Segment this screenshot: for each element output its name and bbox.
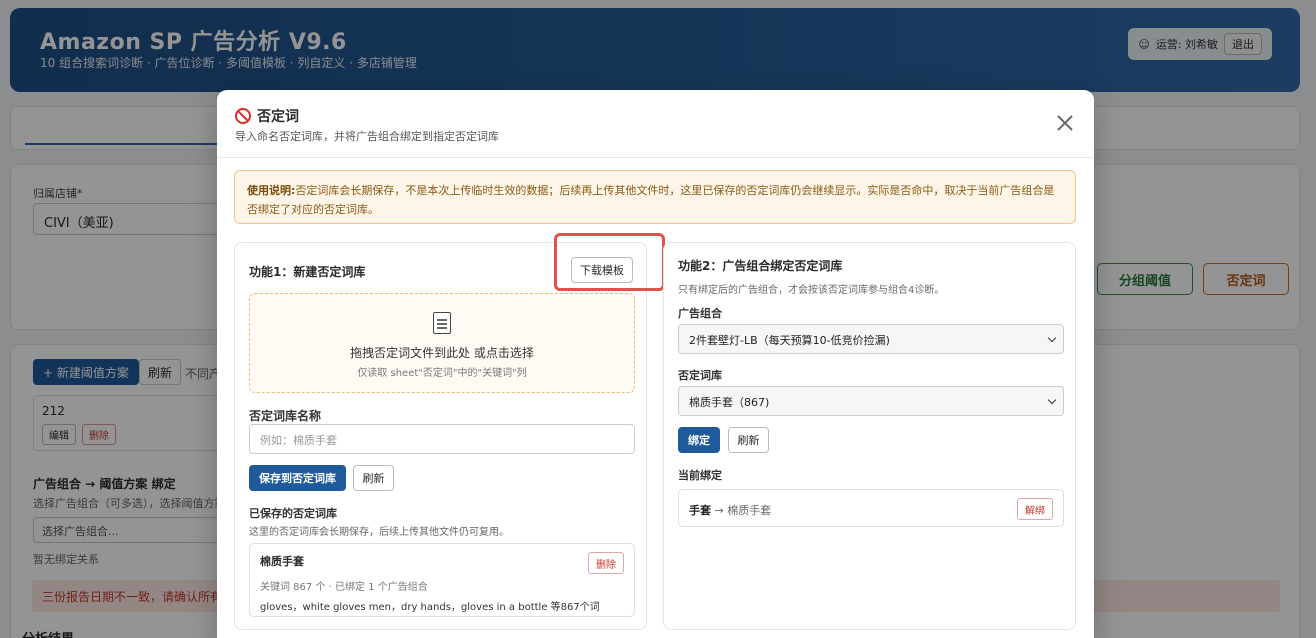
ad-group-value: 2件套壁灯-LB（每天预算10-低竞价捡漏)	[689, 334, 890, 347]
notice-label: 使用说明:	[247, 184, 296, 197]
ad-group-select[interactable]: 2件套壁灯-LB（每天预算10-低竞价捡漏)	[678, 324, 1064, 354]
modal-subtitle: 导入命名否定词库，并将广告组合绑定到指定否定词库	[235, 130, 499, 143]
close-icon[interactable]	[1056, 114, 1074, 132]
right-refresh-button[interactable]: 刷新	[728, 427, 769, 453]
document-icon	[433, 312, 451, 334]
modal-header: 否定词 导入命名否定词库，并将广告组合绑定到指定否定词库	[217, 90, 1094, 158]
saved-libraries-title: 已保存的否定词库	[249, 507, 337, 520]
bind-library-title: 功能2：广告组合绑定否定词库	[678, 259, 843, 273]
library-select-value: 棉质手套（867)	[689, 396, 770, 409]
chevron-down-icon	[1047, 395, 1057, 405]
modal-title: 否定词	[235, 106, 299, 126]
current-binding-label: 当前绑定	[678, 469, 722, 482]
library-card: 棉质手套 删除 关键词 867 个 · 已绑定 1 个广告组合 gloves，w…	[249, 543, 635, 617]
bind-library-panel: 功能2：广告组合绑定否定词库 只有绑定后的广告组合，才会按该否定词库参与组合4诊…	[663, 242, 1076, 630]
chevron-down-icon	[1047, 333, 1057, 343]
save-library-button[interactable]: 保存到否定词库	[249, 465, 346, 491]
usage-notice: 使用说明:否定词库会长期保存，不是本次上传临时生效的数据；后续再上传其他文件时，…	[234, 170, 1076, 224]
new-library-panel: 功能1：新建否定词库 下载模板 拖拽否定词文件到此处 或点击选择 仅读取 she…	[234, 233, 665, 630]
negative-words-modal: 否定词 导入命名否定词库，并将广告组合绑定到指定否定词库 使用说明:否定词库会长…	[217, 90, 1094, 638]
new-library-title: 功能1：新建否定词库	[249, 265, 366, 279]
binding-card: 手套 → 棉质手套 解绑	[678, 489, 1064, 527]
library-card-words: gloves，white gloves men，dry hands，gloves…	[260, 602, 600, 613]
notice-text: 否定词库会长期保存，不是本次上传临时生效的数据；后续再上传其他文件时，这里已保存…	[247, 184, 1055, 216]
unbind-button[interactable]: 解绑	[1017, 498, 1053, 520]
library-select[interactable]: 棉质手套（867)	[678, 386, 1064, 416]
library-select-label: 否定词库	[678, 369, 722, 382]
library-name-label: 否定词库名称	[249, 409, 322, 423]
drop-zone-text: 拖拽否定词文件到此处 或点击选择	[350, 346, 534, 360]
left-refresh-button[interactable]: 刷新	[353, 465, 394, 491]
download-template-button[interactable]: 下载模板	[571, 257, 633, 283]
bind-library-desc: 只有绑定后的广告组合，才会按该否定词库参与组合4诊断。	[678, 285, 945, 296]
binding-text: 手套 → 棉质手套	[689, 502, 771, 518]
drop-zone-hint: 仅读取 sheet"否定词"中的"关键词"列	[357, 368, 527, 379]
library-delete-button[interactable]: 删除	[588, 552, 624, 574]
library-card-meta: 关键词 867 个 · 已绑定 1 个广告组合	[260, 582, 428, 593]
saved-libraries-desc: 这里的否定词库会长期保存，后续上传其他文件仍可复用。	[249, 527, 509, 538]
binding-library: 棉质手套	[727, 504, 772, 517]
ad-group-label: 广告组合	[678, 307, 722, 320]
ban-icon	[235, 108, 251, 124]
binding-group: 手套	[689, 504, 711, 517]
file-drop-zone[interactable]: 拖拽否定词文件到此处 或点击选择 仅读取 sheet"否定词"中的"关键词"列	[249, 293, 635, 393]
binding-arrow: →	[714, 504, 724, 517]
modal-title-text: 否定词	[257, 109, 299, 125]
library-card-name: 棉质手套	[260, 555, 304, 568]
library-name-input[interactable]: 例如：棉质手套	[249, 424, 635, 454]
bind-button[interactable]: 绑定	[678, 427, 720, 453]
